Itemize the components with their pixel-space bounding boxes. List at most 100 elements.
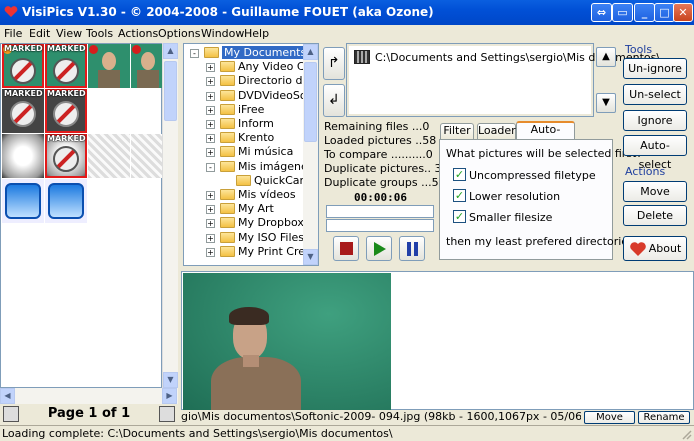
tree-node[interactable]: + iFree [184, 103, 304, 117]
thumbnail[interactable] [131, 134, 163, 178]
menu-options[interactable]: Options [158, 27, 200, 40]
move-button[interactable]: Move [623, 181, 687, 202]
scroll-right-icon[interactable]: ▶ [162, 388, 177, 404]
thumbnail[interactable]: MARKED [45, 44, 87, 88]
restore-arrows-icon[interactable]: ⇔ [591, 3, 612, 22]
stop-button[interactable] [333, 236, 359, 261]
scroll-left-icon[interactable]: ◀ [0, 388, 15, 404]
rename-image-button[interactable]: Rename [638, 411, 690, 424]
close-button[interactable]: ✕ [673, 3, 693, 22]
tree-node[interactable]: + My Print Creatio [184, 245, 318, 259]
previous-page-icon[interactable] [3, 406, 19, 422]
tree-scrollbar[interactable]: ▲ ▼ [303, 44, 318, 265]
remove-folder-button[interactable]: ↲ [323, 84, 345, 117]
pause-button[interactable] [399, 236, 425, 261]
expand-icon[interactable]: + [206, 134, 215, 144]
tree-node[interactable]: + Mis vídeos [184, 188, 304, 202]
expand-icon[interactable]: + [206, 219, 215, 229]
expand-icon[interactable]: + [206, 105, 215, 115]
tree-node[interactable]: + My Dropbox [184, 216, 304, 230]
tree-node[interactable]: + Inform [184, 117, 304, 131]
menu-actions[interactable]: Actions [118, 27, 158, 40]
tree-node[interactable]: QuickCam [184, 174, 310, 188]
thumbnail[interactable]: MARKED [2, 89, 44, 133]
expand-icon[interactable]: + [206, 91, 215, 101]
add-folder-button[interactable]: ↱ [323, 47, 345, 80]
expand-icon[interactable]: + [206, 247, 215, 257]
tree-node[interactable]: + Mi música [184, 145, 304, 159]
move-path-up-icon[interactable]: ▲ [596, 47, 616, 67]
scroll-up-icon[interactable]: ▲ [303, 44, 318, 60]
menu-tools[interactable]: Tools [86, 27, 113, 40]
expand-icon[interactable]: + [206, 148, 215, 158]
tree-node-label: Krento [238, 131, 275, 145]
thumbnail[interactable] [45, 179, 87, 223]
checkbox-smaller-filesize[interactable]: ✓ [453, 210, 466, 223]
folder-icon [236, 174, 251, 186]
thumbnail[interactable] [131, 44, 163, 88]
play-button[interactable] [366, 236, 392, 261]
expand-icon[interactable]: + [206, 191, 215, 200]
resize-grip-icon[interactable] [680, 428, 692, 440]
collapse-icon[interactable]: - [206, 162, 215, 172]
tree-node-root[interactable]: - My Documents [184, 46, 309, 60]
duplicate-groups: Duplicate groups ...5 [324, 176, 439, 189]
path-entry[interactable]: C:\Documents and Settings\sergio\Mis doc… [375, 51, 660, 64]
menu-edit[interactable]: Edit [29, 27, 50, 40]
auto-select-button[interactable]: Auto-select [623, 135, 687, 171]
tab-loader[interactable]: Loader [477, 123, 516, 139]
thumbnail[interactable] [2, 179, 44, 223]
menu-view[interactable]: View [56, 27, 82, 40]
scroll-thumb[interactable] [164, 61, 177, 121]
tree-node[interactable]: + Directorio de int [184, 74, 318, 88]
tools-heading: Tools [625, 43, 653, 56]
thumbnail[interactable]: MARKED [45, 89, 87, 133]
move-path-down-icon[interactable]: ▼ [596, 93, 616, 113]
progress-bar [326, 219, 434, 232]
expand-icon[interactable]: + [206, 77, 215, 87]
thumbnail[interactable]: MARKED [45, 134, 87, 178]
maximize-button[interactable]: □ [654, 3, 675, 22]
menu-help[interactable]: Help [244, 27, 269, 40]
delete-button[interactable]: Delete [623, 205, 687, 226]
thumbnail[interactable] [88, 44, 130, 88]
scroll-up-icon[interactable]: ▲ [163, 43, 178, 59]
tree-node[interactable]: - Mis imágenes [184, 160, 314, 174]
tree-node[interactable]: + My Art [184, 202, 304, 216]
tree-node[interactable]: + Any Video Conv [184, 60, 318, 74]
tree-node[interactable]: + DVDVideoSoft [184, 89, 315, 103]
menu-file[interactable]: File [4, 27, 22, 40]
tab-auto-select[interactable]: Auto-Select [516, 121, 575, 150]
progress-bar [326, 205, 434, 218]
next-page-icon[interactable] [159, 406, 175, 422]
tree-node[interactable]: + My ISO Files [184, 231, 304, 245]
thumbnail-horizontal-scrollbar[interactable]: ◀ ▶ [0, 388, 178, 404]
ignore-folder-button[interactable]: Ignore folder [623, 110, 687, 146]
move-image-button[interactable]: Move [584, 411, 635, 424]
thumbnail-vertical-scrollbar[interactable]: ▲ ▼ [162, 43, 178, 388]
thumbnail[interactable] [88, 134, 130, 178]
thumbnail[interactable]: MARKED [2, 44, 44, 88]
expand-icon[interactable]: + [206, 63, 215, 73]
minimize-button[interactable]: _ [634, 3, 655, 22]
un-select-button[interactable]: Un-select [623, 84, 687, 105]
tree-node[interactable]: + Krento [184, 131, 304, 145]
scroll-down-icon[interactable]: ▼ [163, 372, 178, 388]
collapse-icon[interactable]: - [190, 49, 199, 58]
tree-node-label: Mi música [238, 145, 294, 159]
scroll-down-icon[interactable]: ▼ [303, 249, 318, 265]
checkbox-lower-resolution[interactable]: ✓ [453, 189, 466, 202]
un-ignore-button[interactable]: Un-ignore [623, 58, 687, 79]
option-label: Lower resolution [469, 190, 561, 203]
about-button[interactable]: About [623, 236, 687, 261]
scroll-thumb[interactable] [304, 62, 317, 142]
expand-icon[interactable]: + [206, 120, 215, 129]
auto-select-panel: What pictures will be selected first? ✓ … [439, 139, 644, 260]
checkbox-uncompressed[interactable]: ✓ [453, 168, 466, 181]
tab-filter[interactable]: Filter [440, 123, 474, 139]
thumbnail[interactable] [2, 134, 44, 178]
tile-icon[interactable]: ▭ [612, 3, 633, 22]
expand-icon[interactable]: + [206, 233, 215, 243]
menu-window[interactable]: Window [201, 27, 244, 40]
expand-icon[interactable]: + [206, 205, 215, 215]
